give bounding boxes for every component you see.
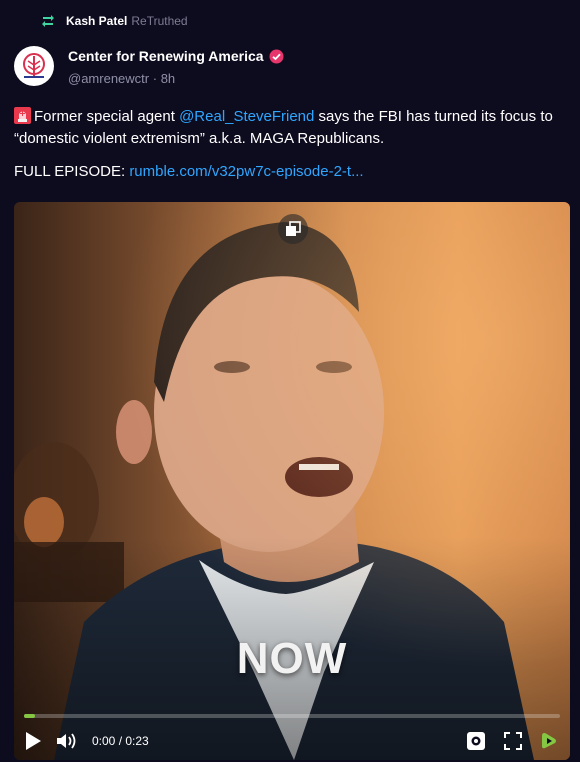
fullscreen-button[interactable]	[504, 732, 522, 750]
retruth-icon	[40, 13, 56, 29]
retruth-header: Kash Patel ReTruthed	[40, 12, 188, 30]
alert-emoji-icon	[14, 107, 31, 124]
full-episode-line: FULL EPISODE: rumble.com/v32pw7c-episode…	[14, 163, 364, 180]
video-player[interactable]: NOW 0:00 / 0:23	[14, 202, 570, 760]
popout-button[interactable]	[278, 214, 308, 244]
retruth-label: ReTruthed	[131, 14, 188, 28]
post-time[interactable]: 8h	[161, 71, 175, 86]
video-controls: 0:00 / 0:23	[14, 726, 570, 756]
time-display: 0:00 / 0:23	[92, 734, 149, 748]
fullscreen-icon	[504, 732, 522, 750]
episode-link[interactable]: rumble.com/v32pw7c-episode-2-t...	[129, 163, 363, 180]
popout-icon	[286, 221, 301, 236]
progress-fill	[24, 714, 35, 718]
play-button[interactable]	[24, 731, 42, 751]
progress-bar[interactable]	[24, 714, 560, 718]
logo-icon	[23, 53, 45, 78]
avatar[interactable]	[14, 46, 54, 86]
post-body: Former special agent @Real_SteveFriend s…	[14, 106, 574, 150]
account-name-row: Center for Renewing America	[68, 48, 284, 64]
post-meta: @amrenewctr · 8h	[68, 71, 284, 86]
rumble-button[interactable]	[538, 730, 560, 752]
retruth-user[interactable]: Kash Patel	[66, 14, 127, 28]
mention-link[interactable]: @Real_SteveFriend	[179, 108, 314, 125]
play-icon	[26, 732, 41, 750]
volume-icon	[57, 733, 76, 749]
verified-icon	[269, 49, 284, 64]
meta-separator: ·	[152, 71, 161, 86]
settings-icon	[467, 732, 485, 750]
account-info: Center for Renewing America @amrenewctr …	[68, 46, 284, 86]
volume-button[interactable]	[56, 732, 78, 750]
settings-button[interactable]	[466, 731, 486, 751]
post-header: Center for Renewing America @amrenewctr …	[14, 46, 284, 86]
post-text-start: Former special agent	[34, 108, 180, 125]
account-handle[interactable]: @amrenewctr	[68, 71, 149, 86]
full-episode-label: FULL EPISODE:	[14, 163, 130, 180]
rumble-icon	[542, 733, 556, 749]
account-name[interactable]: Center for Renewing America	[68, 48, 264, 64]
video-caption: NOW	[236, 634, 348, 683]
